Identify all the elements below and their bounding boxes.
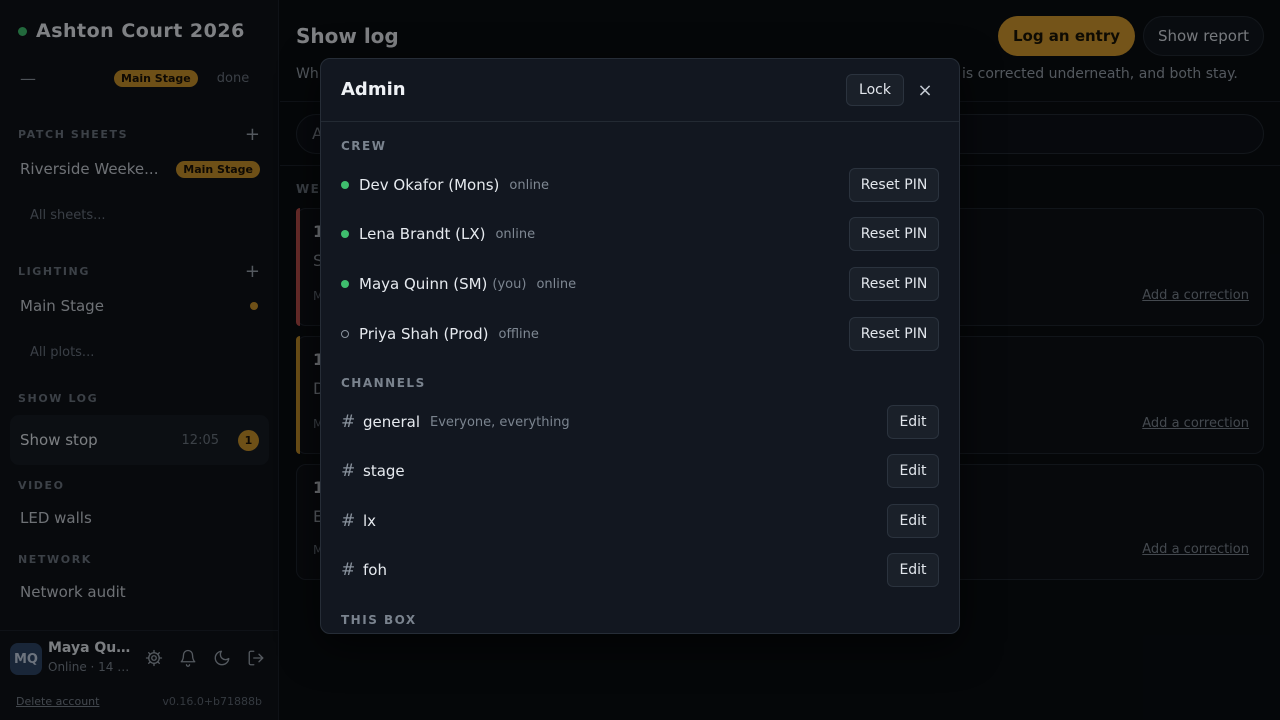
channels-section-header: CHANNELS <box>341 376 426 390</box>
reset-pin-button[interactable]: Reset PIN <box>849 217 939 251</box>
hash-icon: # <box>341 560 356 580</box>
channel-row: # stage Edit <box>341 454 939 488</box>
online-status-icon <box>341 280 349 288</box>
hash-icon: # <box>341 511 356 531</box>
admin-modal: Admin Lock × CREW Dev Okafor (Mons) onli… <box>320 58 960 634</box>
crew-row: Lena Brandt (LX) online Reset PIN <box>341 217 939 251</box>
this-box-section-header: THIS BOX <box>341 613 417 627</box>
crew-row: Priya Shah (Prod) offline Reset PIN <box>341 317 939 351</box>
modal-title: Admin <box>341 79 406 100</box>
edit-channel-button[interactable]: Edit <box>887 553 939 587</box>
reset-pin-button[interactable]: Reset PIN <box>849 317 939 351</box>
channel-description: Everyone, everything <box>430 414 570 430</box>
reset-pin-button[interactable]: Reset PIN <box>849 267 939 301</box>
channel-name: general <box>363 413 421 431</box>
channel-name: foh <box>363 561 387 579</box>
crew-status: online <box>509 177 550 193</box>
crew-section-header: CREW <box>341 139 387 153</box>
crew-status: online <box>495 226 536 242</box>
lock-button[interactable]: Lock <box>846 74 904 106</box>
channel-row: # lx Edit <box>341 504 939 538</box>
online-status-icon <box>341 181 349 189</box>
crew-status: offline <box>498 326 539 342</box>
hash-icon: # <box>341 461 356 481</box>
channel-name: stage <box>363 462 405 480</box>
reset-pin-button[interactable]: Reset PIN <box>849 168 939 202</box>
crew-row: Dev Okafor (Mons) online Reset PIN <box>341 168 939 202</box>
online-status-icon <box>341 230 349 238</box>
hash-icon: # <box>341 412 356 432</box>
crew-status: online <box>536 276 577 292</box>
modal-header: Admin Lock × <box>321 59 959 122</box>
channel-row: # foh Edit <box>341 553 939 587</box>
edit-channel-button[interactable]: Edit <box>887 504 939 538</box>
crew-name: Lena Brandt (LX) <box>359 225 486 243</box>
channel-row: # general Everyone, everything Edit <box>341 405 939 439</box>
crew-row: Maya Quinn (SM) (you) online Reset PIN <box>341 267 939 301</box>
close-icon[interactable]: × <box>913 74 937 106</box>
crew-name: Priya Shah (Prod) <box>359 325 489 343</box>
offline-status-icon <box>341 330 349 338</box>
edit-channel-button[interactable]: Edit <box>887 405 939 439</box>
edit-channel-button[interactable]: Edit <box>887 454 939 488</box>
you-label: (you) <box>492 276 527 292</box>
crew-name: Maya Quinn (SM) <box>359 275 488 293</box>
crew-name: Dev Okafor (Mons) <box>359 176 500 194</box>
channel-name: lx <box>363 512 377 530</box>
